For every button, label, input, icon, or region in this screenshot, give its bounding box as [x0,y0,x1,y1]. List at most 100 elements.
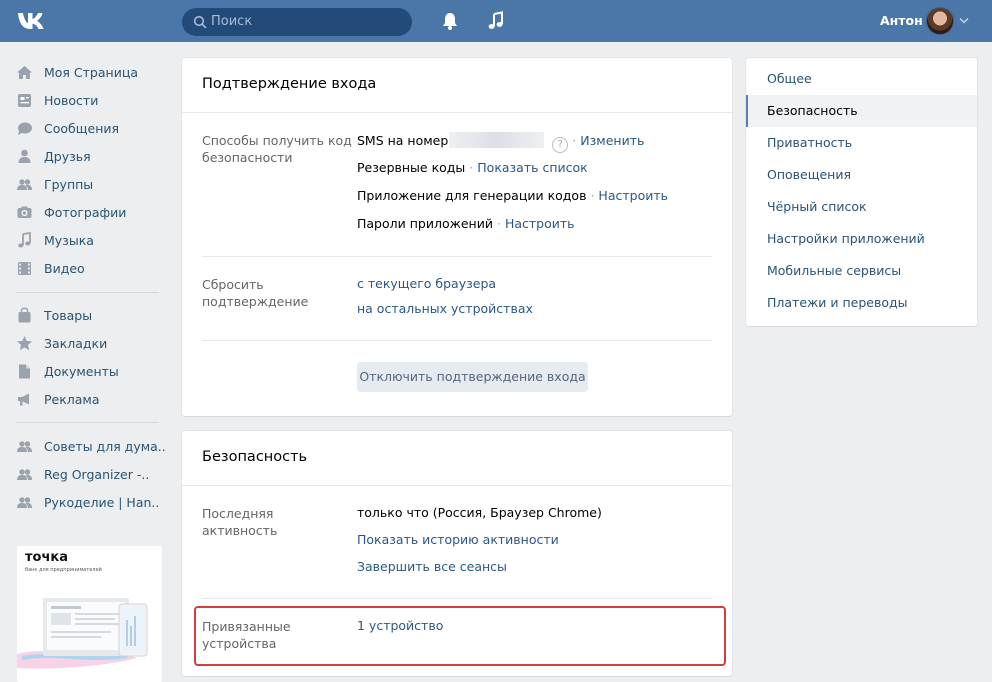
nav-item-label: Музыка [44,232,94,248]
nav-item-label: Группы [44,176,94,192]
highlight-box [194,606,726,666]
nav-item-label: Реклама [44,391,100,407]
nav-item-label: Советы для дума.. [44,438,166,454]
menu-item-mobile-services[interactable]: Мобильные сервисы [746,255,977,287]
menu-item-general[interactable]: Общее [746,63,977,95]
camera-icon [17,206,32,218]
messages-icon [18,122,32,135]
nav-item-label: Reg Organizer -.. [44,466,150,482]
nav-divider [16,292,159,293]
nav-divider [16,422,159,423]
show-list-link[interactable]: Показать список [477,160,587,175]
nav-item-news[interactable]: Новости [16,90,98,110]
home-icon [17,65,32,79]
video-icon [18,261,31,275]
menu-item-blacklist[interactable]: Чёрный список [746,191,977,223]
menu-item-privacy[interactable]: Приватность [746,127,977,159]
help-icon[interactable]: ? [552,137,569,153]
last-activity-label: Последняя активность [202,506,278,538]
nav-item-label: Рукоделие | Han.. [44,494,160,510]
setup-app-link[interactable]: Настроить [598,188,668,203]
nav-item-my-page[interactable]: Моя Страница [16,62,138,82]
music-icon [18,231,31,247]
reset-current-browser-link[interactable]: с текущего браузера [357,276,496,291]
nav-item-label: Видео [44,260,85,276]
top-bar: Поиск Антон [0,0,992,42]
music-player-icon[interactable] [486,11,506,31]
group-icon [17,496,32,508]
nav-item-messages[interactable]: Сообщения [16,118,119,138]
app-passwords-text: Пароли приложений [357,216,493,231]
menu-item-app-settings[interactable]: Настройки приложений [746,223,977,255]
hidden-phone-number [449,132,545,148]
nav-item-label: Закладки [44,335,108,351]
ad-illustration [17,598,148,669]
nav-item-group-3[interactable]: Рукоделие | Han.. [16,492,159,512]
login-confirm-panel: Подтверждение входа Способы получить код… [182,58,732,416]
news-icon [18,93,31,107]
nav-item-label: Товары [44,307,93,323]
change-phone-link[interactable]: Изменить [580,133,644,148]
chevron-down-icon[interactable] [959,17,969,24]
login-confirm-title: Подтверждение входа [202,76,377,92]
menu-item-security[interactable]: Безопасность [746,95,977,127]
groups-icon [17,178,32,190]
menu-item-payments[interactable]: Платежи и переводы [746,287,977,319]
nav-item-label: Друзья [44,148,91,164]
nav-item-group-1[interactable]: Советы для дума.. [16,436,166,456]
separator-dot: · [572,133,577,148]
search-box[interactable]: Поиск [182,8,412,36]
nav-item-bookmarks[interactable]: Закладки [16,333,107,353]
last-activity-value: только что (Россия, Браузер Chrome) [357,505,602,520]
nav-item-groups[interactable]: Группы [16,174,93,194]
megaphone-icon [18,393,29,405]
vk-logo-icon[interactable] [17,11,51,31]
nav-item-goods[interactable]: Товары [16,305,92,325]
end-all-sessions-link[interactable]: Завершить все сеансы [357,559,507,574]
nav-item-video[interactable]: Видео [16,258,85,278]
user-name[interactable]: Антон [880,13,923,28]
divider [202,256,712,257]
search-placeholder: Поиск [211,14,253,29]
nav-item-documents[interactable]: Документы [16,361,119,381]
nav-item-ads[interactable]: Реклама [16,389,100,409]
security-title: Безопасность [202,449,308,465]
backup-codes-row: Резервные коды · Показать список [357,160,588,175]
nav-item-friends[interactable]: Друзья [16,146,91,166]
nav-item-label: Сообщения [44,120,120,136]
avatar[interactable] [926,7,954,35]
separator-dot: · [469,160,474,175]
nav-item-photos[interactable]: Фотографии [16,202,126,222]
nav-item-group-2[interactable]: Reg Organizer -.. [16,464,149,484]
sms-row: SMS на номер? · Изменить [357,132,644,153]
nav-item-label: Моя Страница [44,64,138,80]
code-app-row: Приложение для генерации кодов · Настроить [357,188,668,203]
methods-label: Способы получить код безопасности [202,133,352,165]
disable-confirmation-button[interactable]: Отключить подтверждение входа [357,362,588,392]
nav-item-label: Фотографии [44,204,127,220]
reset-label: Сбросить подтверждение [202,277,309,309]
notifications-bell-icon[interactable] [440,11,460,31]
nav-item-label: Новости [44,92,99,108]
reset-other-devices-link[interactable]: на остальных устройствах [357,301,533,316]
sms-text: SMS на номер [357,133,449,148]
divider [202,340,712,341]
ad-banner[interactable]: точка банк для предпринимателей [17,546,162,682]
friends-icon [18,149,31,163]
star-icon [17,335,32,350]
divider [182,112,732,113]
document-icon [19,364,30,378]
menu-item-notifications[interactable]: Оповещения [746,159,977,191]
settings-menu: Общее Безопасность Приватность Оповещени… [746,58,977,326]
show-activity-history-link[interactable]: Показать историю активности [357,532,559,547]
group-icon [17,468,32,480]
divider [182,485,732,486]
search-icon [193,15,207,29]
bag-icon [18,307,31,322]
setup-passwords-link[interactable]: Настроить [505,216,575,231]
separator-dot: · [590,188,595,203]
divider [202,598,712,599]
separator-dot: · [496,216,501,231]
app-passwords-row: Пароли приложений · Настроить [357,216,575,231]
nav-item-music[interactable]: Музыка [16,230,94,250]
